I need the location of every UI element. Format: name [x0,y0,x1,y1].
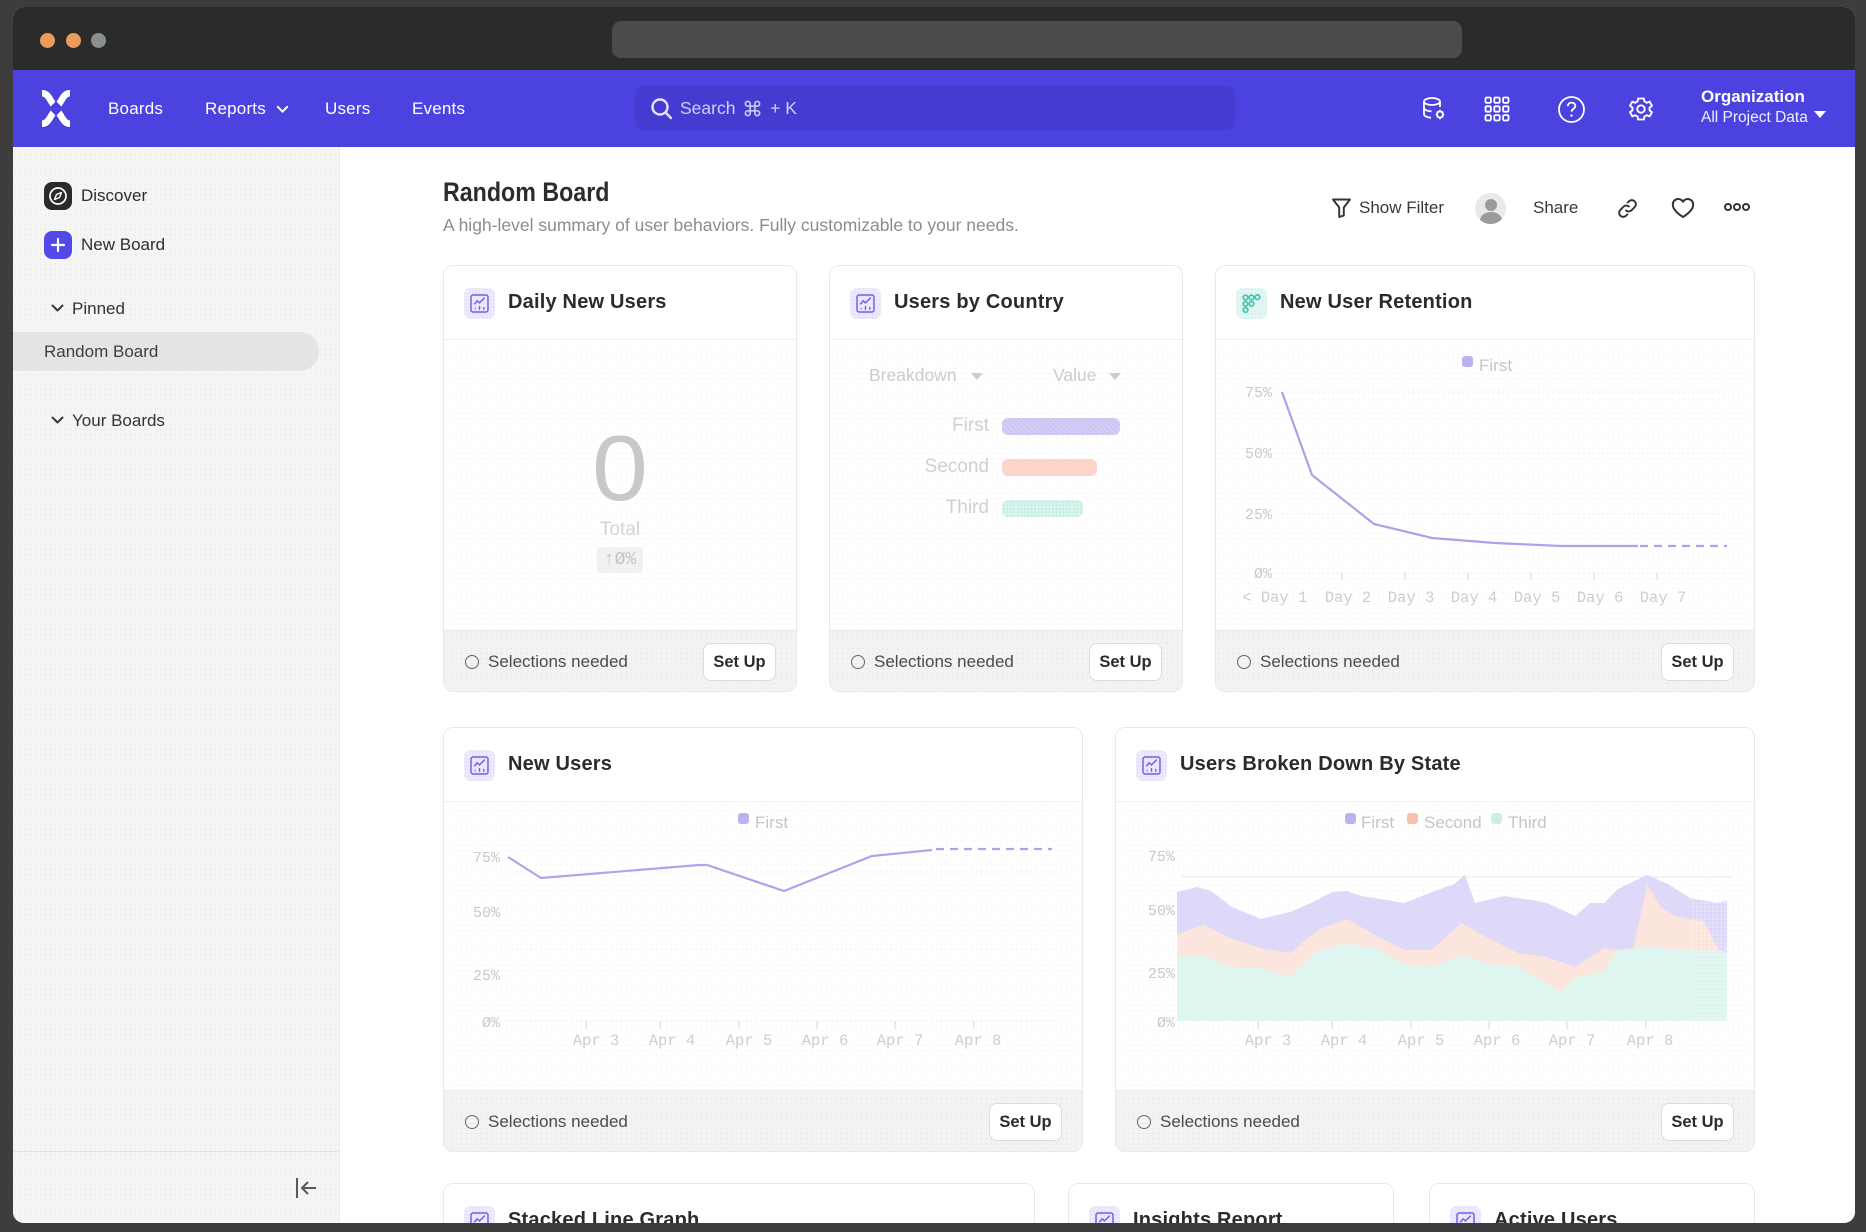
svg-text:Apr 7: Apr 7 [1549,1032,1596,1050]
svg-text:Day 1: Day 1 [1261,589,1308,607]
svg-text:First: First [1361,813,1394,832]
svg-text:75%: 75% [473,850,501,867]
svg-text:Day 6: Day 6 [1577,589,1624,607]
svg-text:50%: 50% [1148,903,1176,920]
svg-text:75%: 75% [1245,385,1273,402]
svg-text:Apr 8: Apr 8 [1627,1032,1674,1050]
svg-text:Apr 8: Apr 8 [955,1032,1002,1050]
svg-text:Apr 3: Apr 3 [1245,1032,1292,1050]
svg-text:Apr 6: Apr 6 [802,1032,849,1050]
svg-text:Apr 3: Apr 3 [573,1032,620,1050]
svg-text:Day 3: Day 3 [1388,589,1435,607]
svg-text:Apr 5: Apr 5 [1398,1032,1445,1050]
svg-text:Day 4: Day 4 [1451,589,1498,607]
svg-text:Day 5: Day 5 [1514,589,1561,607]
svg-text:First: First [755,813,788,832]
svg-text:Ø%: Ø% [1157,1015,1176,1032]
svg-text:25%: 25% [1148,966,1176,983]
svg-text:Apr 7: Apr 7 [877,1032,924,1050]
svg-text:Ø%: Ø% [482,1015,501,1032]
svg-text:Ø%: Ø% [1254,566,1273,583]
svg-text:Apr 6: Apr 6 [1474,1032,1521,1050]
svg-text:Apr 4: Apr 4 [1321,1032,1368,1050]
svg-text:75%: 75% [1148,849,1176,866]
svg-text:<: < [1242,589,1251,607]
svg-text:Third: Third [1508,813,1547,832]
svg-text:First: First [1479,356,1512,375]
svg-text:50%: 50% [473,905,501,922]
svg-text:25%: 25% [1245,507,1273,524]
svg-text:25%: 25% [473,968,501,985]
svg-text:Day 2: Day 2 [1325,589,1372,607]
svg-text:Day 7: Day 7 [1640,589,1687,607]
svg-text:Apr 5: Apr 5 [726,1032,773,1050]
svg-text:Second: Second [1424,813,1482,832]
svg-text:50%: 50% [1245,446,1273,463]
svg-text:Apr 4: Apr 4 [649,1032,696,1050]
